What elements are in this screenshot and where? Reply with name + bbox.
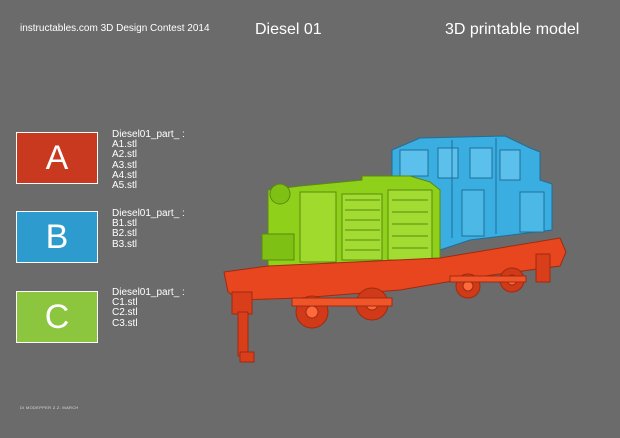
footer-credit: DI MODEPPER Z.Z. MARCH [20,405,79,410]
hood-body [261,175,441,273]
locomotive-render [223,135,567,363]
